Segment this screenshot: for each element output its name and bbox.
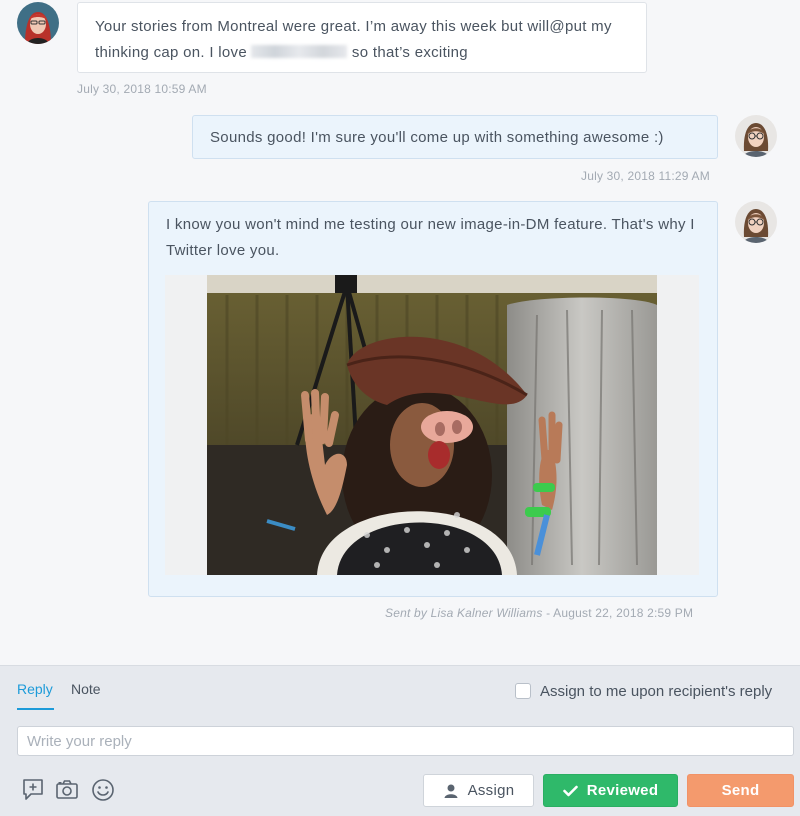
message-text: so that’s exciting xyxy=(347,44,468,61)
message-text: I know you won't mind me testing our new… xyxy=(166,216,695,259)
add-note-icon[interactable] xyxy=(21,777,47,803)
assign-button-label: Assign xyxy=(467,782,515,799)
active-tab-indicator xyxy=(17,708,54,710)
user-icon xyxy=(444,784,458,798)
send-button-label: Send xyxy=(721,782,760,799)
message-sent-by: Sent by Lisa Kalner Williams - August 22… xyxy=(385,606,693,620)
message-image-container[interactable] xyxy=(165,275,699,575)
sender-avatar[interactable] xyxy=(17,2,59,44)
assign-on-reply-checkbox[interactable] xyxy=(515,683,531,699)
sender-name: Sent by Lisa Kalner Williams xyxy=(385,606,543,620)
send-button[interactable]: Send xyxy=(687,774,794,807)
camera-icon[interactable] xyxy=(54,777,80,803)
emoji-icon[interactable] xyxy=(90,777,116,803)
message-bubble-incoming: Your stories from Montreal were great. I… xyxy=(77,2,647,73)
message-timestamp: July 30, 2018 11:29 AM xyxy=(581,169,710,183)
agent-avatar[interactable] xyxy=(735,201,777,243)
reply-input[interactable] xyxy=(17,726,794,756)
assign-on-reply-label[interactable]: Assign to me upon recipient's reply xyxy=(540,683,772,700)
redacted-text xyxy=(251,45,348,58)
avatar-redhead-woman-icon xyxy=(17,2,59,44)
assign-button[interactable]: Assign xyxy=(423,774,534,807)
message-timestamp: - August 22, 2018 2:59 PM xyxy=(542,606,694,620)
avatar-woman-glasses-icon xyxy=(735,201,777,243)
reviewed-button-label: Reviewed xyxy=(586,782,659,799)
message-timestamp: July 30, 2018 10:59 AM xyxy=(77,82,207,96)
message-bubble-outgoing: Sounds good! I'm sure you'll come up wit… xyxy=(192,115,718,159)
photo-person-in-pirate-hat-icon xyxy=(207,275,657,575)
message-text: Sounds good! I'm sure you'll come up wit… xyxy=(210,129,664,146)
agent-avatar[interactable] xyxy=(735,115,777,157)
checkmark-icon xyxy=(562,785,578,796)
reviewed-button[interactable]: Reviewed xyxy=(543,774,678,807)
tab-reply[interactable]: Reply xyxy=(17,681,53,697)
message-image[interactable] xyxy=(207,275,657,575)
avatar-woman-glasses-icon xyxy=(735,115,777,157)
tab-note[interactable]: Note xyxy=(71,681,101,697)
